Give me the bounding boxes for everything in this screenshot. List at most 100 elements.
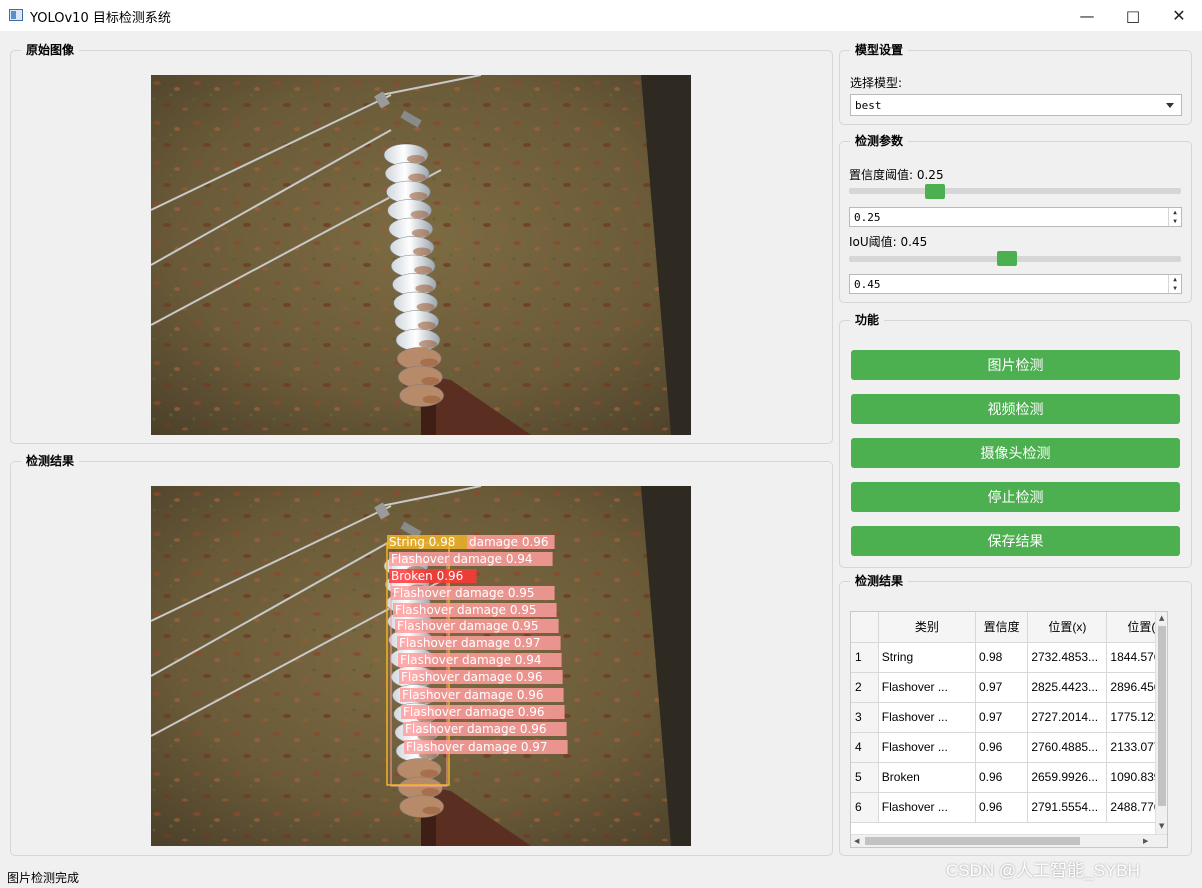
table-row[interactable]: 4 Flashover ... 0.96 2760.4885... 2133.077 — [851, 732, 1167, 763]
cell-confidence: 0.96 — [975, 792, 1029, 823]
original-image — [151, 75, 691, 435]
cell-class: Flashover ... — [878, 792, 976, 823]
stop-detect-button[interactable]: 停止检测 — [851, 482, 1180, 512]
model-settings-group: 模型设置 选择模型: best — [839, 42, 1192, 125]
functions-title: 功能 — [850, 312, 885, 328]
iou-threshold-label: IoU阈值: 0.45 — [849, 235, 928, 249]
cell-confidence: 0.97 — [975, 672, 1029, 703]
col-header-confidence[interactable]: 置信度 — [975, 612, 1029, 643]
row-number: 4 — [851, 732, 879, 763]
cell-x: 2791.5554... — [1027, 792, 1108, 823]
detection-label: Flashover damage 0.94 — [391, 552, 533, 566]
scroll-left-icon[interactable]: ◀ — [854, 837, 859, 845]
cell-confidence: 0.98 — [975, 642, 1029, 673]
conf-threshold-handle[interactable] — [925, 184, 945, 199]
window-title: YOLOv10 目标检测系统 — [30, 11, 171, 26]
horizontal-scroll-thumb[interactable] — [865, 837, 1080, 845]
detection-label: damage 0.96 — [469, 535, 549, 549]
detection-label: Flashover damage 0.95 — [395, 603, 537, 617]
cell-class: Broken — [878, 762, 976, 793]
detection-label: Flashover damage 0.94 — [400, 653, 542, 667]
app-icon — [9, 9, 23, 21]
cell-x: 2727.2014... — [1027, 702, 1108, 733]
original-image-group: 原始图像 — [10, 42, 833, 444]
results-table-title: 检测结果 — [850, 573, 909, 589]
save-result-button[interactable]: 保存结果 — [851, 526, 1180, 556]
row-number: 2 — [851, 672, 879, 703]
chevron-down-icon — [1166, 103, 1174, 108]
table-row[interactable]: 5 Broken 0.96 2659.9926... 1090.839 — [851, 762, 1167, 793]
main-window: 原始图像 检测结果 String 0.98 damage 0.96 Flashove… — [0, 31, 1202, 888]
iou-spin-arrows[interactable]: ▲ ▼ — [1168, 275, 1181, 293]
col-header-x[interactable]: 位置(x) — [1027, 612, 1108, 643]
result-image: String 0.98 damage 0.96 Flashover damage 0… — [151, 486, 691, 846]
result-image-group: 检测结果 String 0.98 damage 0.96 Flashover dam… — [10, 453, 833, 856]
detection-label: Flashover damage 0.95 — [393, 586, 535, 600]
detection-label: Flashover damage 0.97 — [399, 636, 541, 650]
minimize-button[interactable]: — — [1064, 0, 1110, 31]
row-number: 5 — [851, 762, 879, 793]
row-number: 6 — [851, 792, 879, 823]
scroll-right-icon[interactable]: ▶ — [1143, 837, 1148, 845]
cell-class: Flashover ... — [878, 732, 976, 763]
result-photo-svg: String 0.98 damage 0.96 Flashover damage 0… — [151, 486, 691, 846]
video-detect-button[interactable]: 视频检测 — [851, 394, 1180, 424]
horizontal-scrollbar[interactable]: ◀ ▶ — [851, 834, 1167, 847]
detection-label: Flashover damage 0.96 — [403, 705, 545, 719]
original-image-title: 原始图像 — [21, 42, 80, 58]
original-photo-svg — [151, 75, 691, 435]
conf-threshold-slider[interactable] — [849, 188, 1181, 194]
iou-threshold-handle[interactable] — [997, 251, 1018, 266]
detection-label: String 0.98 — [389, 535, 455, 549]
cell-x: 2760.4885... — [1027, 732, 1108, 763]
detection-label: Flashover damage 0.96 — [402, 688, 544, 702]
cell-x: 2659.9926... — [1027, 762, 1108, 793]
cell-class: Flashover ... — [878, 702, 976, 733]
results-table-group: 检测结果 类别 置信度 位置(x) 位置(y 1 String 0.98 2732.4… — [839, 573, 1192, 856]
maximize-button[interactable]: □ — [1110, 0, 1156, 31]
table-row[interactable]: 2 Flashover ... 0.97 2825.4423... 2896.456 — [851, 672, 1167, 703]
col-header-class[interactable]: 类别 — [878, 612, 976, 643]
table-header-row: 类别 置信度 位置(x) 位置(y — [851, 612, 1167, 643]
cell-x: 2825.4423... — [1027, 672, 1108, 703]
detection-label: Flashover damage 0.96 — [405, 722, 547, 736]
conf-threshold-spinbox[interactable]: 0.25 ▲ ▼ — [849, 207, 1182, 227]
iou-threshold-spinbox[interactable]: 0.45 ▲ ▼ — [849, 274, 1182, 294]
detection-label: Flashover damage 0.97 — [406, 740, 548, 754]
detection-label: Flashover damage 0.96 — [401, 670, 543, 684]
camera-detect-button[interactable]: 摄像头检测 — [851, 438, 1180, 468]
detection-params-group: 检测参数 置信度阈值: 0.25 0.25 ▲ ▼ IoU阈值: 0.45 0.4… — [839, 133, 1192, 303]
table-row[interactable]: 1 String 0.98 2732.4853... 1844.576 — [851, 642, 1167, 673]
cell-confidence: 0.96 — [975, 762, 1029, 793]
cell-class: Flashover ... — [878, 672, 976, 703]
row-number: 3 — [851, 702, 879, 733]
corner-header — [851, 612, 879, 643]
close-button[interactable]: ✕ — [1156, 0, 1202, 31]
vertical-scroll-thumb[interactable] — [1158, 626, 1166, 806]
watermark: CSDN @人工智能_SYBH — [946, 861, 1140, 880]
result-image-title: 检测结果 — [21, 453, 80, 469]
detection-label: Flashover damage 0.95 — [397, 619, 539, 633]
detection-label: Broken 0.96 — [391, 569, 463, 583]
conf-threshold-value: 0.25 — [854, 211, 881, 224]
model-select-value: best — [855, 99, 882, 112]
row-number: 1 — [851, 642, 879, 673]
conf-spin-arrows[interactable]: ▲ ▼ — [1168, 208, 1181, 226]
iou-threshold-value: 0.45 — [854, 278, 881, 291]
table-row[interactable]: 3 Flashover ... 0.97 2727.2014... 1775.122 — [851, 702, 1167, 733]
cell-confidence: 0.96 — [975, 732, 1029, 763]
cell-class: String — [878, 642, 976, 673]
title-bar: YOLOv10 目标检测系统 — □ ✕ — [0, 0, 1202, 31]
model-select[interactable]: best — [850, 94, 1182, 116]
vertical-scrollbar[interactable]: ▲ ▼ — [1155, 612, 1167, 834]
scroll-down-icon[interactable]: ▼ — [1159, 822, 1164, 830]
image-detect-button[interactable]: 图片检测 — [851, 350, 1180, 380]
table-row[interactable]: 6 Flashover ... 0.96 2791.5554... 2488.776 — [851, 792, 1167, 823]
detection-params-title: 检测参数 — [850, 133, 909, 149]
status-bar-text: 图片检测完成 — [7, 871, 80, 885]
scroll-up-icon[interactable]: ▲ — [1159, 614, 1164, 622]
cell-x: 2732.4853... — [1027, 642, 1108, 673]
model-select-label: 选择模型: — [850, 76, 903, 90]
results-table[interactable]: 类别 置信度 位置(x) 位置(y 1 String 0.98 2732.4853..… — [850, 611, 1168, 848]
functions-group: 功能 图片检测 视频检测 摄像头检测 停止检测 保存结果 — [839, 312, 1192, 568]
